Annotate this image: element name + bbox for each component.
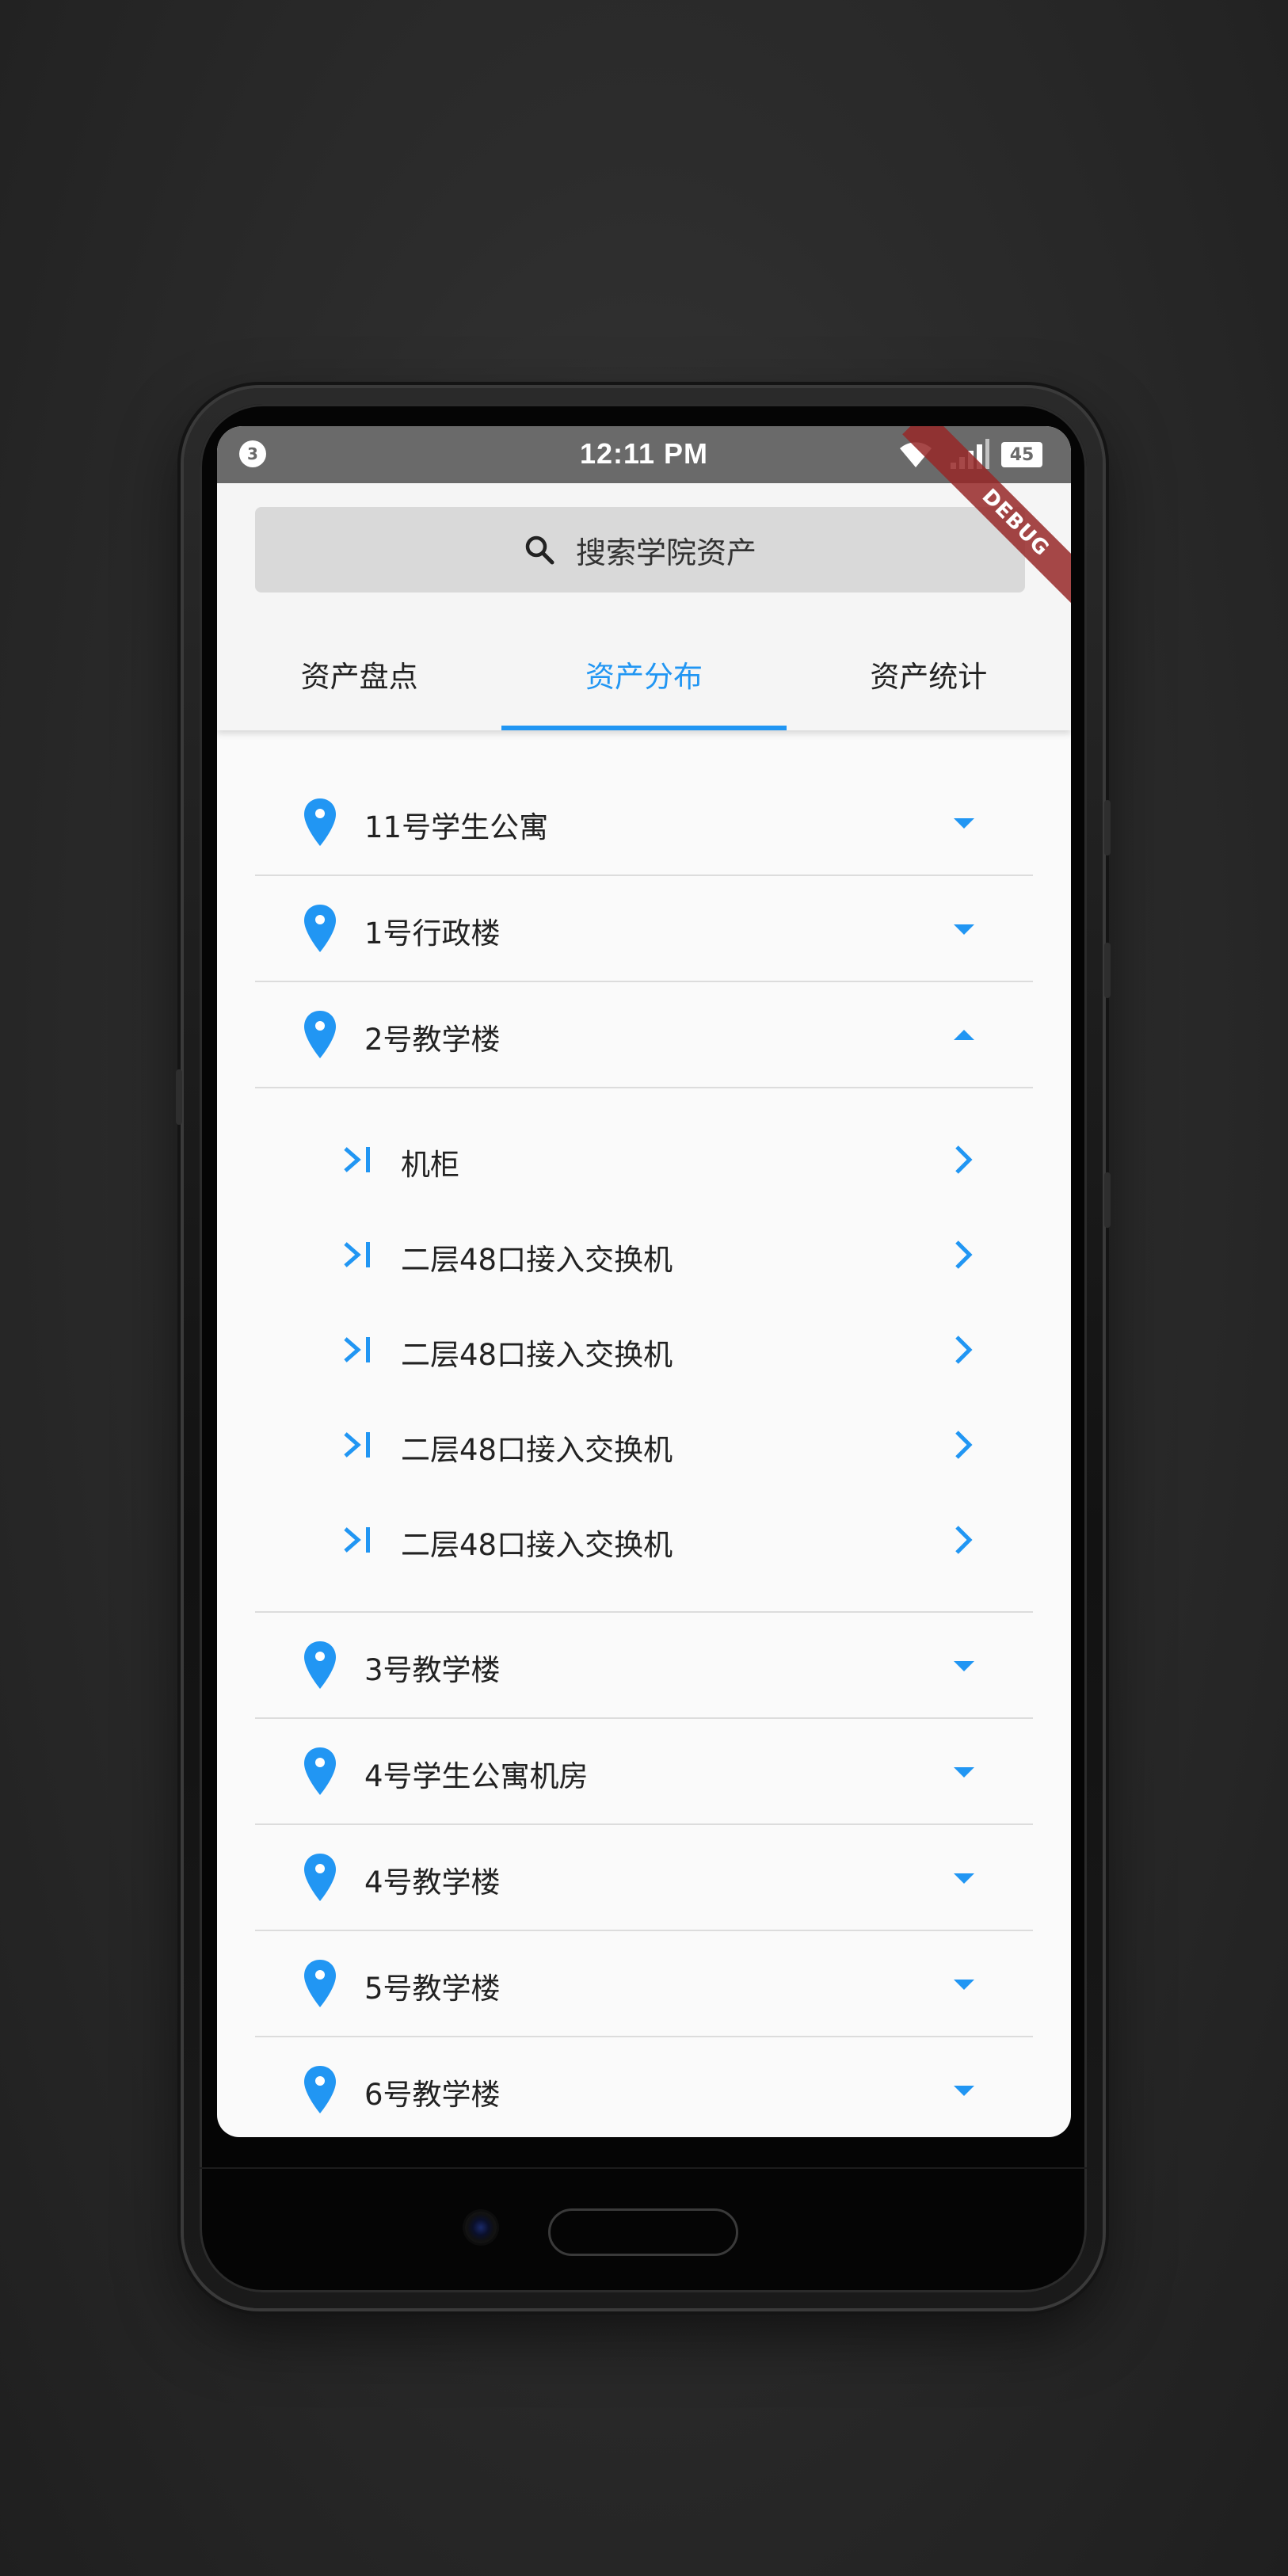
location-row[interactable]: 4号学生公寓机房 bbox=[255, 1719, 1033, 1825]
search-icon bbox=[525, 535, 554, 565]
arrow-to-end-icon bbox=[344, 1337, 370, 1362]
sub-asset-row[interactable]: 二层48口接入交换机 bbox=[255, 1492, 1033, 1587]
arrow-to-end-icon bbox=[344, 1242, 370, 1267]
arrow-to-end-icon bbox=[344, 1527, 370, 1553]
caret-down-icon[interactable] bbox=[952, 1976, 976, 1992]
sub-asset-row[interactable]: 二层48口接入交换机 bbox=[255, 1397, 1033, 1492]
bezel-divider bbox=[200, 2167, 1087, 2169]
sub-asset-row[interactable]: 机柜 bbox=[255, 1112, 1033, 1207]
location-pin-icon bbox=[304, 798, 336, 846]
caret-down-icon[interactable] bbox=[952, 815, 976, 831]
location-pin-icon bbox=[304, 1854, 336, 1901]
location-pin-icon bbox=[304, 1747, 336, 1795]
chevron-right-icon[interactable] bbox=[952, 1142, 974, 1177]
volume-up-button bbox=[1104, 800, 1111, 855]
location-pin-icon bbox=[304, 1641, 336, 1689]
sub-asset-label: 二层48口接入交换机 bbox=[401, 1528, 673, 1562]
caret-down-icon[interactable] bbox=[952, 1870, 976, 1886]
arrow-to-end-icon bbox=[344, 1432, 370, 1458]
sub-asset-label: 二层48口接入交换机 bbox=[401, 1243, 673, 1277]
tab-asset-statistics[interactable]: 资产统计 bbox=[787, 619, 1071, 730]
tab-asset-inventory[interactable]: 资产盘点 bbox=[217, 619, 501, 730]
camera-icon bbox=[465, 2212, 497, 2243]
location-label: 2号教学楼 bbox=[364, 1023, 501, 1057]
location-label: 5号教学楼 bbox=[364, 1972, 501, 2006]
location-pin-icon bbox=[304, 905, 336, 952]
location-row[interactable]: 5号教学楼 bbox=[255, 1931, 1033, 2037]
battery-icon: 45 bbox=[1001, 442, 1042, 467]
chevron-right-icon[interactable] bbox=[952, 1522, 974, 1557]
location-row-expanded[interactable]: 2号教学楼 bbox=[255, 982, 1033, 1088]
caret-up-icon[interactable] bbox=[952, 1027, 976, 1043]
location-pin-icon bbox=[304, 1011, 336, 1058]
location-label: 4号教学楼 bbox=[364, 1865, 501, 1900]
chevron-right-icon[interactable] bbox=[952, 1427, 974, 1462]
tab-bar: 资产盘点 资产分布 资产统计 bbox=[217, 619, 1071, 730]
caret-down-icon[interactable] bbox=[952, 2083, 976, 2098]
location-pin-icon bbox=[304, 2066, 336, 2113]
sub-asset-label: 二层48口接入交换机 bbox=[401, 1338, 673, 1372]
home-button[interactable] bbox=[548, 2208, 738, 2256]
location-pin-icon bbox=[304, 1960, 336, 2007]
location-label: 1号行政楼 bbox=[364, 916, 501, 951]
caret-down-icon[interactable] bbox=[952, 1764, 976, 1780]
location-row[interactable]: 4号教学楼 bbox=[255, 1825, 1033, 1931]
location-list: 11号学生公寓 1号行政楼 2号教学楼 机柜 二层48口接入交换机 二层48口接… bbox=[217, 770, 1071, 2137]
caret-down-icon[interactable] bbox=[952, 921, 976, 937]
tab-asset-distribution[interactable]: 资产分布 bbox=[501, 619, 787, 730]
sub-asset-label: 机柜 bbox=[401, 1148, 459, 1182]
location-label: 3号教学楼 bbox=[364, 1653, 501, 1687]
chevron-right-icon[interactable] bbox=[952, 1332, 974, 1367]
sub-asset-list: 机柜 二层48口接入交换机 二层48口接入交换机 二层48口接入交换机 二层48 bbox=[255, 1088, 1033, 1613]
sub-asset-label: 二层48口接入交换机 bbox=[401, 1433, 673, 1467]
side-button bbox=[176, 1069, 182, 1125]
location-label: 6号教学楼 bbox=[364, 2078, 501, 2112]
screen: 3 12:11 PM 45 DEBUG 搜索学院资产 资产盘点 资产分布 资产统… bbox=[217, 426, 1071, 2137]
sub-asset-row[interactable]: 二层48口接入交换机 bbox=[255, 1207, 1033, 1302]
volume-down-button bbox=[1104, 943, 1111, 998]
search-bar[interactable]: 搜索学院资产 bbox=[255, 507, 1025, 593]
location-label: 11号学生公寓 bbox=[364, 810, 549, 844]
location-row[interactable]: 1号行政楼 bbox=[255, 876, 1033, 982]
chevron-right-icon[interactable] bbox=[952, 1237, 974, 1272]
location-row[interactable]: 3号教学楼 bbox=[255, 1613, 1033, 1719]
power-button bbox=[1104, 1172, 1111, 1228]
arrow-to-end-icon bbox=[344, 1147, 370, 1172]
location-row[interactable]: 6号教学楼 bbox=[255, 2037, 1033, 2137]
sub-asset-row[interactable]: 二层48口接入交换机 bbox=[255, 1302, 1033, 1397]
search-placeholder: 搜索学院资产 bbox=[575, 535, 756, 570]
location-row[interactable]: 11号学生公寓 bbox=[255, 770, 1033, 876]
location-label: 4号学生公寓机房 bbox=[364, 1759, 589, 1793]
caret-down-icon[interactable] bbox=[952, 1658, 976, 1674]
app-header: 搜索学院资产 资产盘点 资产分布 资产统计 bbox=[217, 483, 1071, 730]
